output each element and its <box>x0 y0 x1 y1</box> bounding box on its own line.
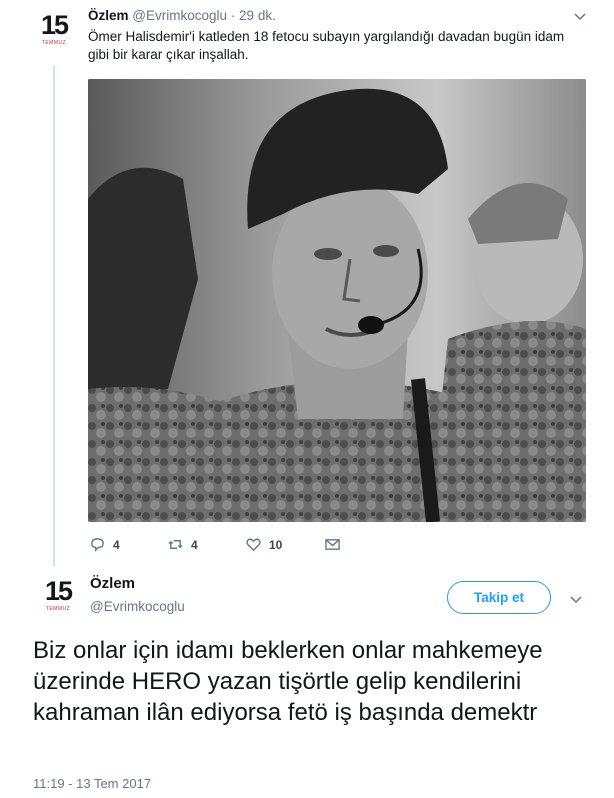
logo-number: 15 <box>44 576 73 606</box>
tweet-timestamp[interactable]: 11:19 - 13 Tem 2017 <box>33 776 151 791</box>
chevron-down-icon[interactable] <box>574 8 586 24</box>
author-handle[interactable]: @Evrimkocoglu <box>132 8 227 23</box>
tweet-actions: 4 4 10 <box>88 537 388 555</box>
avatar[interactable]: 15 TEMMUZ <box>40 578 76 622</box>
main-tweet-text: Biz onlar için idamı beklerken onlar mah… <box>33 637 543 726</box>
logo-number: 15 <box>40 10 69 40</box>
reply-button[interactable]: 4 <box>90 537 120 552</box>
thread-connector-line <box>53 66 55 566</box>
quoted-tweet-header: Özlem @Evrimkocoglu · 29 dk. <box>88 8 276 23</box>
direct-message-button[interactable] <box>325 537 348 552</box>
logo-subtitle: TEMMUZ <box>41 40 67 46</box>
avatar[interactable]: 15 TEMMUZ <box>36 12 72 56</box>
retweet-count: 4 <box>191 537 198 552</box>
chevron-down-icon[interactable] <box>570 591 582 607</box>
logo-subtitle: TEMMUZ <box>45 606 71 612</box>
tweet-photo[interactable] <box>88 79 586 522</box>
like-count: 10 <box>269 537 283 552</box>
reply-icon <box>91 538 104 552</box>
envelope-icon <box>325 539 340 550</box>
author-name[interactable]: Özlem <box>88 8 129 23</box>
retweet-icon <box>168 540 183 549</box>
quoted-tweet-text: Ömer Halisdemir'i katleden 18 fetocu sub… <box>88 29 565 62</box>
follow-button[interactable]: Takip et <box>447 581 551 614</box>
soldier-photo-image <box>88 79 586 522</box>
like-button[interactable]: 10 <box>246 537 282 552</box>
reply-count: 4 <box>113 537 120 552</box>
author-name[interactable]: Özlem <box>90 575 135 592</box>
retweet-button[interactable]: 4 <box>168 537 198 552</box>
separator: · <box>230 8 236 23</box>
tweet-time[interactable]: 29 dk. <box>239 8 276 23</box>
author-handle[interactable]: @Evrimkocoglu <box>90 599 185 614</box>
heart-icon <box>246 538 261 552</box>
